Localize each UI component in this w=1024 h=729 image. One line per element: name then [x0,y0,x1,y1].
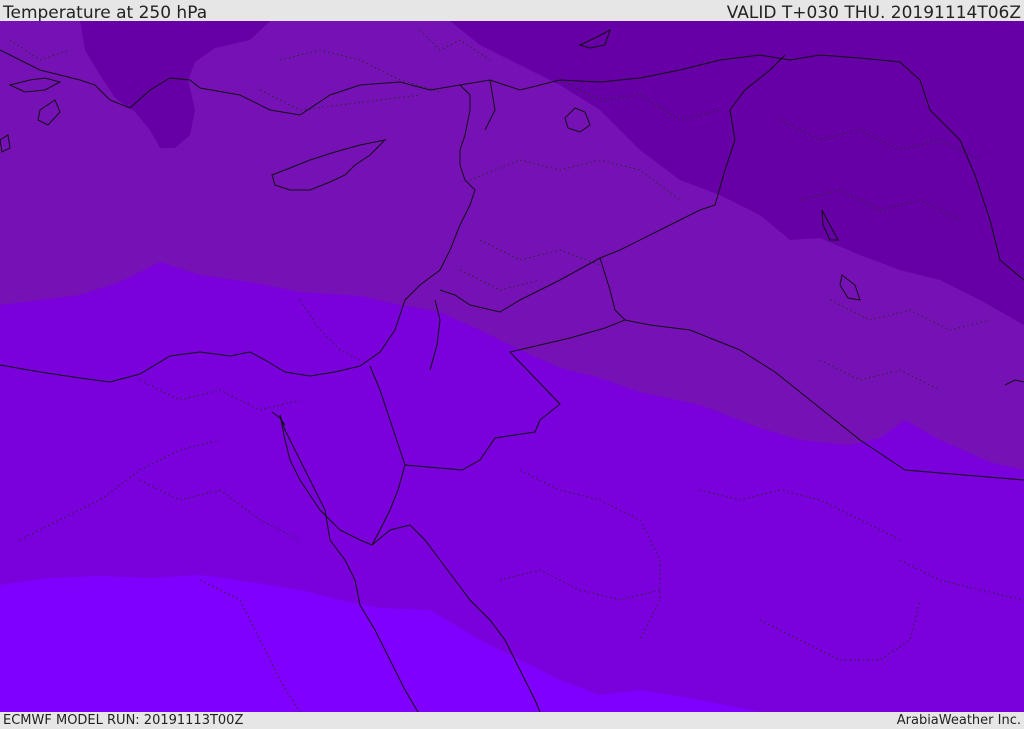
model-run: ECMWF MODEL RUN: 20191113T00Z [3,713,244,728]
map-title: Temperature at 250 hPa [3,3,208,23]
temperature-map [0,21,1024,712]
footer-bar: ECMWF MODEL RUN: 20191113T00Z ArabiaWeat… [0,712,1024,729]
map-canvas [0,21,1024,712]
credit-text: ArabiaWeather Inc. [896,713,1021,728]
valid-time: VALID T+030 THU. 20191114T06Z [726,3,1021,23]
header-bar: Temperature at 250 hPa VALID T+030 THU. … [0,0,1024,23]
